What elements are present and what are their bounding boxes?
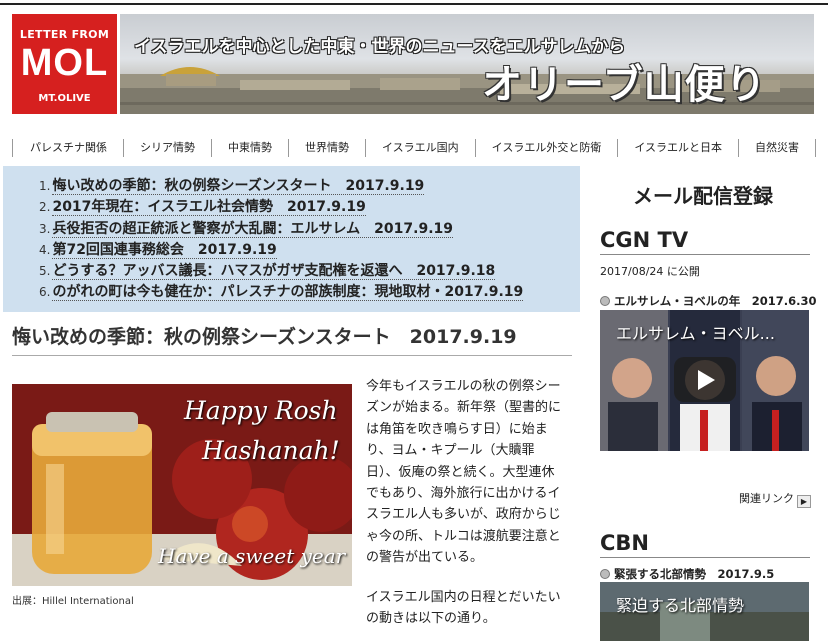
- headline-number: 1.: [39, 179, 51, 193]
- cbn-video-label[interactable]: 緊張する北部情勢 2017.9.5: [600, 566, 774, 582]
- cgn-video-overlay-title: エルサレム・ヨベル...: [616, 324, 775, 343]
- cgn-video-label[interactable]: エルサレム・ヨベルの年 2017.6.30: [600, 293, 817, 309]
- image-text-line1: Happy Rosh: [184, 396, 338, 425]
- play-icon[interactable]: [674, 357, 736, 402]
- article-image: Happy Rosh Hashanah! Have a sweet year: [12, 384, 352, 586]
- nav-palestine[interactable]: パレスチナ関係: [12, 139, 123, 157]
- headline-link[interactable]: 兵役拒否の超正統派と警察が大乱闘：エルサレム 2017.9.19: [52, 220, 453, 238]
- nav-israel-japan[interactable]: イスラエルと日本: [617, 139, 738, 157]
- image-text-line2: Hashanah!: [202, 436, 340, 465]
- article-paragraph: イスラエル国内の日程とだいたいの動きは以下の通り。: [366, 590, 561, 627]
- mail-signup-link[interactable]: メール配信登録: [598, 180, 808, 209]
- headline-link[interactable]: 2017年現在：イスラエル社会情勢 2017.9.19: [52, 199, 366, 217]
- logo-line2: MOL: [20, 42, 109, 84]
- cbn-video-player[interactable]: 緊迫する北部情勢: [600, 582, 809, 641]
- nav-israel-domestic[interactable]: イスラエル国内: [365, 139, 475, 157]
- bullet-icon: [600, 569, 610, 579]
- nav-israel-diplomacy-defense[interactable]: イスラエル外交と防衛: [474, 139, 618, 157]
- nav-world[interactable]: 世界情勢: [288, 139, 365, 157]
- headline-item[interactable]: 6. のがれの町は今も健在か：パレスチナの部族制度：現地取材・2017.9.19: [39, 282, 580, 303]
- article-paragraph: 今年もイスラエルの秋の例祭シーズンが始まる。新年祭（聖書的には角笛を吹き鳴らす日…: [366, 379, 562, 566]
- logo-line3: MT.OLIVE: [38, 93, 91, 104]
- cgn-video-player[interactable]: エルサレム・ヨベル...: [600, 310, 809, 451]
- headline-number: 3.: [39, 221, 51, 236]
- headline-item[interactable]: 5. どうする？アッバス議長：ハマスがガザ支配権を返還へ 2017.9.18: [39, 261, 580, 282]
- headline-link[interactable]: どうする？アッバス議長：ハマスがガザ支配権を返還へ 2017.9.18: [52, 263, 496, 281]
- image-caption: 出展：Hillel International: [12, 596, 134, 607]
- headline-number: 5.: [39, 264, 51, 279]
- image-text-line3: Have a sweet year: [158, 544, 346, 568]
- headline-item[interactable]: 1. 悔い改めの季節：秋の例祭シーズンスタート 2017.9.19: [39, 176, 580, 197]
- headline-item[interactable]: 4. 第72回国連事務総会 2017.9.19: [39, 240, 580, 261]
- category-nav: パレスチナ関係 シリア情勢 中東情勢 世界情勢 イスラエル国内 イスラエル外交と…: [12, 137, 818, 159]
- headline-number: 6.: [39, 285, 51, 300]
- cbn-section-title: CBN: [600, 531, 810, 558]
- site-title: オリーブ山便り: [482, 62, 767, 108]
- nav-middle-east[interactable]: 中東情勢: [211, 139, 288, 157]
- logo-line1: LETTER FROM: [19, 28, 110, 41]
- related-links[interactable]: 関連リンク ▶: [739, 490, 811, 508]
- headline-item[interactable]: 2. 2017年現在：イスラエル社会情勢 2017.9.19: [39, 197, 580, 218]
- headline-number: 4.: [39, 242, 51, 257]
- headline-link[interactable]: のがれの町は今も健在か：パレスチナの部族制度：現地取材・2017.9.19: [52, 284, 524, 302]
- site-logo[interactable]: LETTER FROM MOL MT.OLIVE: [12, 14, 117, 114]
- headline-list-box: 1. 悔い改めの季節：秋の例祭シーズンスタート 2017.9.19 2. 2017年…: [3, 166, 580, 312]
- headline-link[interactable]: 悔い改めの季節：秋の例祭シーズンスタート 2017.9.19: [52, 178, 425, 195]
- cgn-section-title: CGN TV: [600, 228, 810, 255]
- header-banner[interactable]: イスラエルを中心とした中東・世界のニュースをエルサレムから オリーブ山便り: [120, 14, 814, 114]
- headline-number: 2.: [39, 200, 51, 215]
- bullet-icon: [600, 296, 610, 306]
- related-links-label: 関連リンク: [739, 492, 794, 505]
- cgn-publish-date: 2017/08/24 に公開: [600, 265, 700, 278]
- cgn-video-label-text: エルサレム・ヨベルの年 2017.6.30: [614, 294, 817, 308]
- arrow-right-icon: ▶: [797, 495, 811, 508]
- top-rule: [0, 3, 828, 5]
- headline-link[interactable]: 第72回国連事務総会 2017.9.19: [52, 241, 277, 259]
- cbn-video-overlay-title: 緊迫する北部情勢: [616, 596, 745, 615]
- article-title: 悔い改めの季節：秋の例祭シーズンスタート 2017.9.19: [12, 322, 572, 356]
- cbn-video-label-text: 緊張する北部情勢 2017.9.5: [614, 567, 775, 581]
- nav-natural-disasters[interactable]: 自然災害: [738, 139, 817, 157]
- nav-syria[interactable]: シリア情勢: [123, 139, 211, 157]
- headline-item[interactable]: 3. 兵役拒否の超正統派と警察が大乱闘：エルサレム 2017.9.19: [39, 219, 580, 240]
